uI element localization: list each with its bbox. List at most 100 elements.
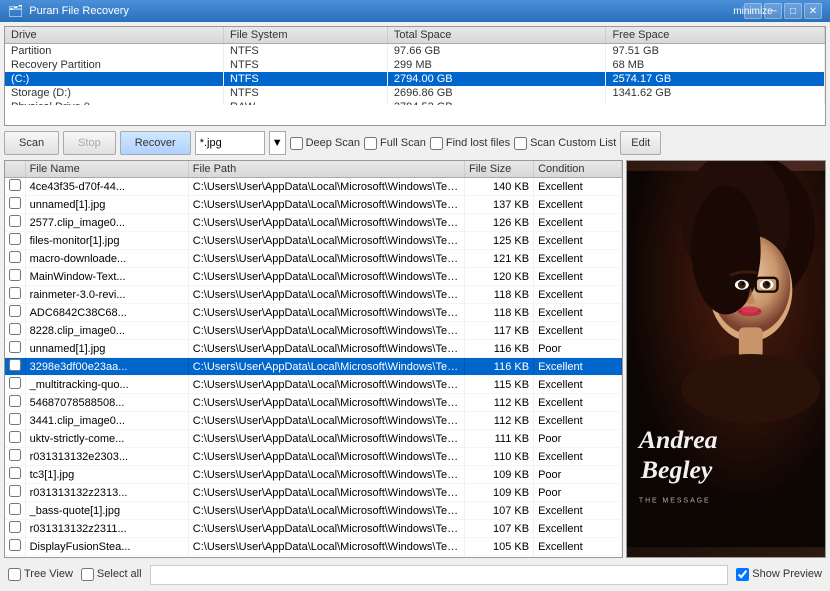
file-table-row[interactable]: tc3[1].jpg C:\Users\User\AppData\Local\M… (5, 466, 622, 484)
file-cell-check[interactable] (5, 178, 25, 196)
file-table-row[interactable]: r031313132z2311... C:\Users\User\AppData… (5, 520, 622, 538)
file-cell-check[interactable] (5, 232, 25, 250)
drive-table-row[interactable]: Recovery Partition NTFS 299 MB 68 MB (5, 58, 825, 72)
file-table-row[interactable]: 3441.clip_image0... C:\Users\User\AppDat… (5, 412, 622, 430)
deep-scan-label[interactable]: Deep Scan (290, 137, 360, 150)
file-table-row[interactable]: unnamed[1].jpg C:\Users\User\AppData\Loc… (5, 340, 622, 358)
file-table-row[interactable]: unnamed[1].jpg C:\Users\User\AppData\Loc… (5, 196, 622, 214)
file-table-row[interactable]: 2577.clip_image0... C:\Users\User\AppDat… (5, 214, 622, 232)
file-cell-size: 109 KB (465, 466, 534, 484)
file-cell-check[interactable] (5, 268, 25, 286)
svg-text:THE MESSAGE: THE MESSAGE (639, 498, 711, 505)
file-cell-size: 121 KB (465, 250, 534, 268)
file-cell-check[interactable] (5, 412, 25, 430)
tree-view-label[interactable]: Tree View (8, 568, 73, 581)
file-cell-size: 115 KB (465, 376, 534, 394)
file-cell-name: unnamed[1].jpg (25, 196, 188, 214)
deep-scan-checkbox[interactable] (290, 137, 303, 150)
file-cell-size: 105 KB (465, 538, 534, 556)
col-header-fs: File System (224, 27, 388, 44)
file-table-row[interactable]: uktv-strictly-come... C:\Users\User\AppD… (5, 430, 622, 448)
file-cell-check[interactable] (5, 214, 25, 232)
find-lost-checkbox[interactable] (430, 137, 443, 150)
file-table-row[interactable]: files-monitor[1].jpg C:\Users\User\AppDa… (5, 232, 622, 250)
drive-table-row[interactable]: Storage (D:) NTFS 2696.86 GB 1341.62 GB (5, 86, 825, 100)
drive-cell-fs: NTFS (224, 44, 388, 59)
col-header-filename: File Name (25, 161, 188, 178)
file-cell-check[interactable] (5, 304, 25, 322)
file-cell-cond: Excellent (534, 286, 622, 304)
file-cell-check[interactable] (5, 538, 25, 556)
find-lost-label[interactable]: Find lost files (430, 137, 510, 150)
file-cell-name: DisplayFusionStea... (25, 538, 188, 556)
drive-cell-free: 1341.62 GB (606, 86, 825, 100)
file-cell-name: MainWindow-Text... (25, 268, 188, 286)
file-table-row[interactable]: 3298e3df00e23aa... C:\Users\User\AppData… (5, 358, 622, 376)
full-scan-label[interactable]: Full Scan (364, 137, 426, 150)
help-button[interactable]: minimize (744, 3, 762, 19)
file-cell-cond: Excellent (534, 502, 622, 520)
scan-custom-label[interactable]: Scan Custom List (514, 137, 616, 150)
file-cell-check[interactable] (5, 466, 25, 484)
file-table-scroll[interactable]: File Name File Path File Size Condition … (5, 161, 622, 557)
file-cell-check[interactable] (5, 394, 25, 412)
file-cell-size: 111 KB (465, 430, 534, 448)
file-cell-name: ADC6842C38C68... (25, 304, 188, 322)
file-table-row[interactable]: macro-downloade... C:\Users\User\AppData… (5, 250, 622, 268)
recover-button[interactable]: Recover (120, 131, 191, 155)
drive-cell-free: 97.51 GB (606, 44, 825, 59)
file-cell-check[interactable] (5, 340, 25, 358)
select-all-label[interactable]: Select all (81, 568, 142, 581)
file-cell-check[interactable] (5, 556, 25, 558)
filter-dropdown[interactable]: ▼ (269, 131, 286, 155)
file-table-row[interactable]: r031313132e2303... C:\Users\User\AppData… (5, 448, 622, 466)
file-cell-check[interactable] (5, 430, 25, 448)
file-cell-check[interactable] (5, 502, 25, 520)
file-table-row[interactable]: 647chinese[1].jpg C:\Users\User\AppData\… (5, 556, 622, 558)
file-table-row[interactable]: ADC6842C38C68... C:\Users\User\AppData\L… (5, 304, 622, 322)
file-cell-check[interactable] (5, 358, 25, 376)
file-cell-path: C:\Users\User\AppData\Local\Microsoft\Wi… (188, 250, 464, 268)
file-cell-check[interactable] (5, 250, 25, 268)
file-cell-check[interactable] (5, 376, 25, 394)
select-all-checkbox[interactable] (81, 568, 94, 581)
scan-custom-checkbox[interactable] (514, 137, 527, 150)
file-cell-size: 116 KB (465, 340, 534, 358)
file-table-row[interactable]: _multitracking-quo... C:\Users\User\AppD… (5, 376, 622, 394)
stop-button[interactable]: Stop (63, 131, 116, 155)
filter-input[interactable] (195, 131, 265, 155)
file-cell-name: 54687078588508... (25, 394, 188, 412)
file-table-row[interactable]: MainWindow-Text... C:\Users\User\AppData… (5, 268, 622, 286)
file-table-row[interactable]: DisplayFusionStea... C:\Users\User\AppDa… (5, 538, 622, 556)
show-preview-checkbox[interactable] (736, 568, 749, 581)
file-cell-size: 120 KB (465, 268, 534, 286)
file-cell-check[interactable] (5, 196, 25, 214)
minimize-button[interactable]: ─ (764, 3, 782, 19)
file-cell-size: 109 KB (465, 484, 534, 502)
drive-table-row[interactable]: Partition NTFS 97.66 GB 97.51 GB (5, 44, 825, 59)
scan-button[interactable]: Scan (4, 131, 59, 155)
file-table-row[interactable]: r031313132z2313... C:\Users\User\AppData… (5, 484, 622, 502)
file-cell-check[interactable] (5, 448, 25, 466)
maximize-button[interactable]: □ (784, 3, 802, 19)
drive-table-row[interactable]: Physical Drive 0 RAW 2794.52 GB - (5, 100, 825, 105)
file-table-row[interactable]: _bass-quote[1].jpg C:\Users\User\AppData… (5, 502, 622, 520)
file-cell-path: C:\Users\User\AppData\Local\Microsoft\Wi… (188, 412, 464, 430)
bottom-bar: Tree View Select all Show Preview (4, 561, 826, 587)
drive-table-row[interactable]: (C:) NTFS 2794.00 GB 2574.17 GB (5, 72, 825, 86)
file-cell-cond: Excellent (534, 394, 622, 412)
file-table-row[interactable]: 4ce43f35-d70f-44... C:\Users\User\AppDat… (5, 178, 622, 196)
file-table-row[interactable]: 54687078588508... C:\Users\User\AppData\… (5, 394, 622, 412)
file-cell-check[interactable] (5, 322, 25, 340)
full-scan-checkbox[interactable] (364, 137, 377, 150)
file-cell-check[interactable] (5, 484, 25, 502)
close-button[interactable]: ✕ (804, 3, 822, 19)
file-cell-path: C:\Users\User\AppData\Local\Microsoft\Wi… (188, 502, 464, 520)
file-cell-check[interactable] (5, 520, 25, 538)
show-preview-label[interactable]: Show Preview (736, 568, 822, 581)
file-table-row[interactable]: 8228.clip_image0... C:\Users\User\AppDat… (5, 322, 622, 340)
tree-view-checkbox[interactable] (8, 568, 21, 581)
file-table-row[interactable]: rainmeter-3.0-revi... C:\Users\User\AppD… (5, 286, 622, 304)
edit-button[interactable]: Edit (620, 131, 661, 155)
file-cell-check[interactable] (5, 286, 25, 304)
